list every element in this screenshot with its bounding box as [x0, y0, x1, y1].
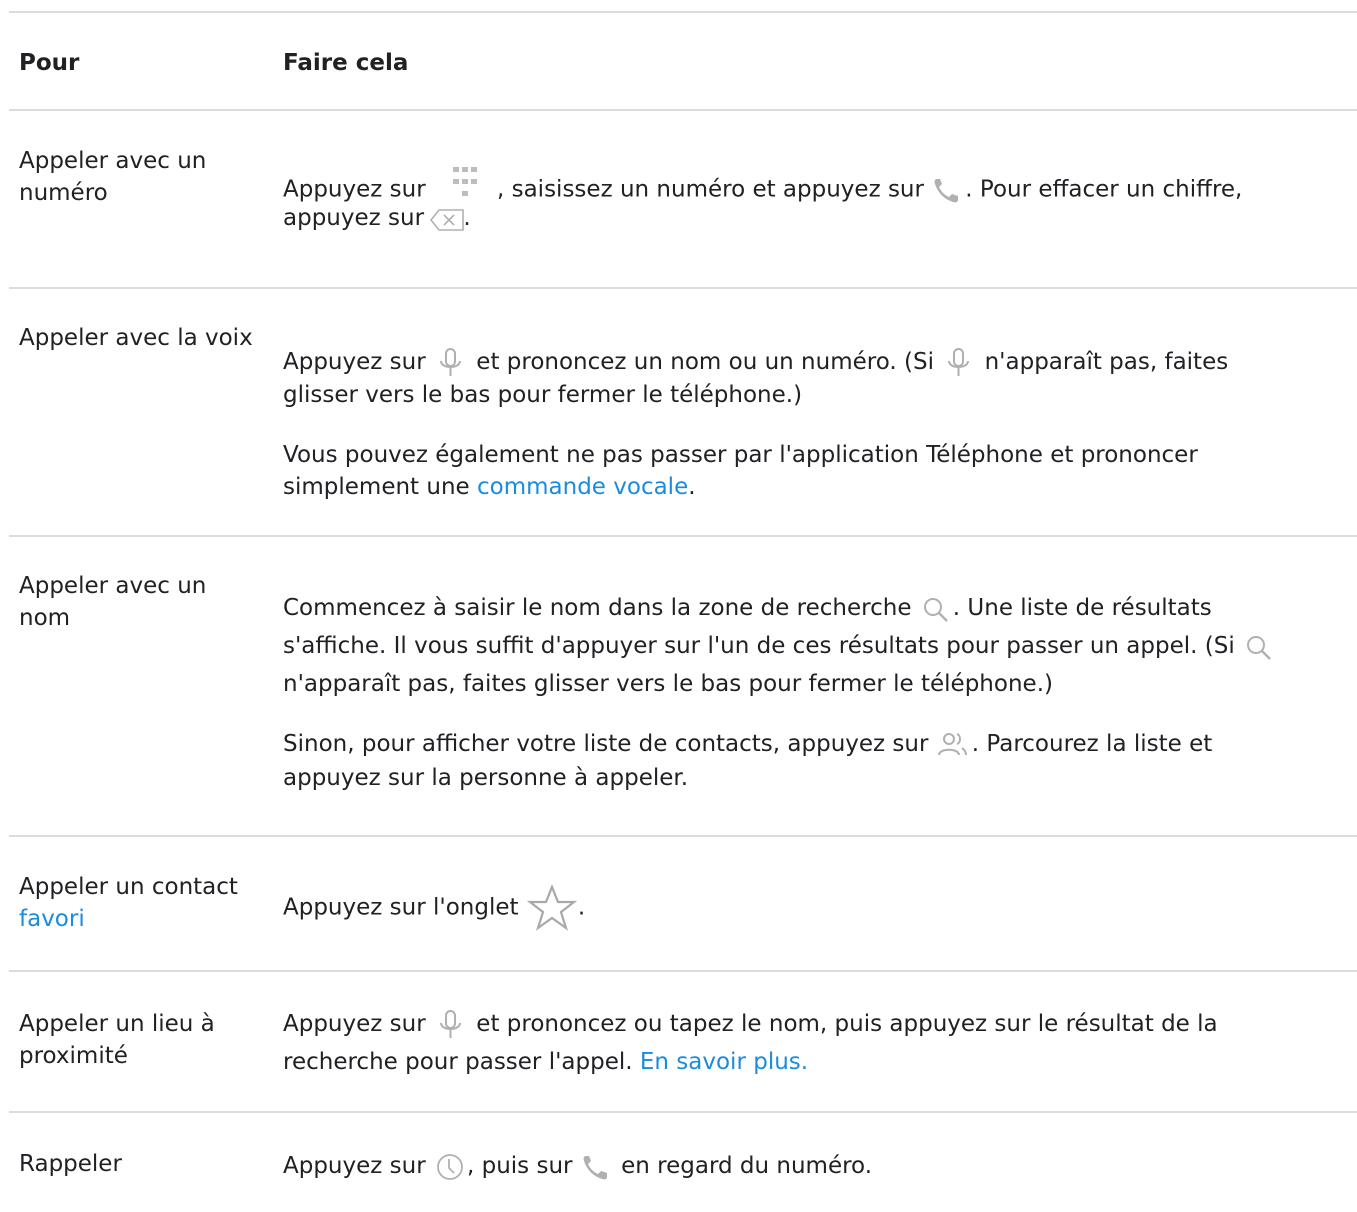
instruction-text: , saisissez un numéro et appuyez sur	[496, 176, 924, 203]
favorite-link[interactable]: favori	[19, 903, 269, 935]
learn-more-link[interactable]: En savoir plus.	[640, 1049, 808, 1075]
instruction-text: simplement une	[283, 473, 470, 500]
row-label-line: Appeler avec la voix	[19, 325, 253, 351]
row-divider	[9, 835, 1357, 837]
row-divider	[9, 287, 1357, 289]
row-label: Appeler avec un nom	[19, 570, 269, 634]
instruction-line: Appuyez sur et prononcez un nom ou un nu…	[283, 346, 1357, 379]
instruction-text: Appuyez sur	[283, 1153, 426, 1179]
search-icon	[919, 593, 953, 625]
table-top-rule	[9, 11, 1357, 13]
instruction-text: .	[577, 894, 586, 921]
instruction-text: n'apparaît pas, faites	[984, 349, 1229, 375]
instruction-text: Commencez à saisir le nom dans la zone d…	[283, 595, 912, 621]
instruction-text: et prononcez un nom ou un numéro. (Si	[476, 349, 934, 375]
row-instructions: Appuyez sur et prononcez ou tapez le nom…	[283, 1008, 1357, 1078]
row-label-line: Appeler avec un	[19, 148, 207, 174]
row-label: Appeler un contact favori	[19, 871, 269, 935]
instruction-line: Appuyez sur , saisissez un numéro et app…	[283, 160, 1357, 203]
star-icon	[526, 884, 578, 932]
contacts-icon	[936, 729, 972, 761]
search-icon	[1242, 631, 1276, 663]
row-label: Appeler avec un numéro	[19, 145, 269, 209]
instruction-text: appuyez sur	[283, 205, 425, 231]
instruction-text: . Parcourez la liste et	[971, 731, 1213, 757]
row-instructions: Commencez à saisir le nom dans la zone d…	[283, 592, 1357, 794]
phone-icon	[931, 174, 965, 206]
microphone-icon	[433, 1009, 469, 1041]
row-label-line: nom	[19, 605, 71, 631]
instruction-line: Sinon, pour afficher votre liste de cont…	[283, 728, 1357, 762]
instruction-text: , puis sur	[466, 1153, 573, 1179]
instruction-line: Appuyez sur , puis sur en regard du numé…	[283, 1150, 1357, 1183]
row-label: Rappeler	[19, 1148, 269, 1180]
instruction-text: Appuyez sur	[283, 1011, 426, 1037]
instruction-text: Appuyez sur	[283, 349, 426, 375]
row-instructions: Appuyez sur l'onglet .	[283, 884, 1357, 932]
instruction-text: Sinon, pour afficher votre liste de cont…	[283, 731, 929, 757]
row-instructions: Appuyez sur , saisissez un numéro et app…	[283, 160, 1357, 234]
row-divider	[9, 1111, 1357, 1113]
microphone-icon	[433, 347, 469, 379]
instruction-text: s'affiche. Il vous suffit d'appuyer sur …	[283, 633, 1235, 659]
instruction-line: glisser vers le bas pour fermer le télép…	[283, 381, 803, 408]
instruction-text: . Une liste de résultats	[952, 595, 1212, 621]
instruction-text: recherche pour passer l'appel.	[283, 1049, 633, 1075]
instruction-text: Appuyez sur l'onglet	[283, 894, 519, 921]
row-label-line: Appeler un contact	[19, 874, 238, 900]
row-divider	[9, 970, 1357, 972]
row-label-line: proximité	[19, 1043, 128, 1069]
instruction-text: . Pour effacer un chiffre,	[965, 176, 1243, 203]
backspace-icon	[427, 204, 467, 234]
column-header-faire-cela: Faire cela	[283, 50, 409, 76]
row-label-line: Appeler un lieu à	[19, 1011, 215, 1037]
instruction-text: .	[688, 473, 696, 500]
instruction-line: recherche pour passer l'appel. En savoir…	[283, 1046, 1357, 1078]
clock-icon	[433, 1151, 467, 1183]
instruction-line: simplement une commande vocale.	[283, 471, 1357, 503]
phone-icon	[580, 1151, 614, 1183]
voice-command-link[interactable]: commande vocale	[477, 474, 688, 500]
instruction-text: Appuyez sur	[283, 176, 426, 203]
instruction-line: n'apparaît pas, faites glisser vers le b…	[283, 671, 1053, 697]
row-label-line: Rappeler	[19, 1151, 122, 1177]
instruction-line: Appuyez sur l'onglet .	[283, 884, 1357, 932]
microphone-icon	[941, 347, 977, 379]
instruction-line: Appuyez sur et prononcez ou tapez le nom…	[283, 1008, 1357, 1046]
row-label: Appeler avec la voix	[19, 322, 269, 354]
instruction-line: s'affiche. Il vous suffit d'appuyer sur …	[283, 630, 1357, 668]
row-instructions: Appuyez sur et prononcez un nom ou un nu…	[283, 346, 1357, 503]
row-divider	[9, 535, 1357, 537]
column-header-pour: Pour	[19, 50, 80, 76]
instruction-text: en regard du numéro.	[621, 1153, 873, 1179]
row-label: Appeler un lieu à proximité	[19, 1008, 269, 1072]
row-label-line: numéro	[19, 180, 108, 206]
instruction-line: appuyez sur la personne à appeler.	[283, 765, 689, 791]
instruction-line: Commencez à saisir le nom dans la zone d…	[283, 592, 1357, 630]
instruction-line: Vous pouvez également ne pas passer par …	[283, 441, 1198, 468]
row-label-line: Appeler avec un	[19, 573, 207, 599]
header-bottom-rule	[9, 109, 1357, 111]
instruction-line: appuyez sur .	[283, 202, 1357, 234]
instruction-text: et prononcez ou tapez le nom, puis appuy…	[476, 1011, 1218, 1037]
row-instructions: Appuyez sur , puis sur en regard du numé…	[283, 1150, 1357, 1183]
